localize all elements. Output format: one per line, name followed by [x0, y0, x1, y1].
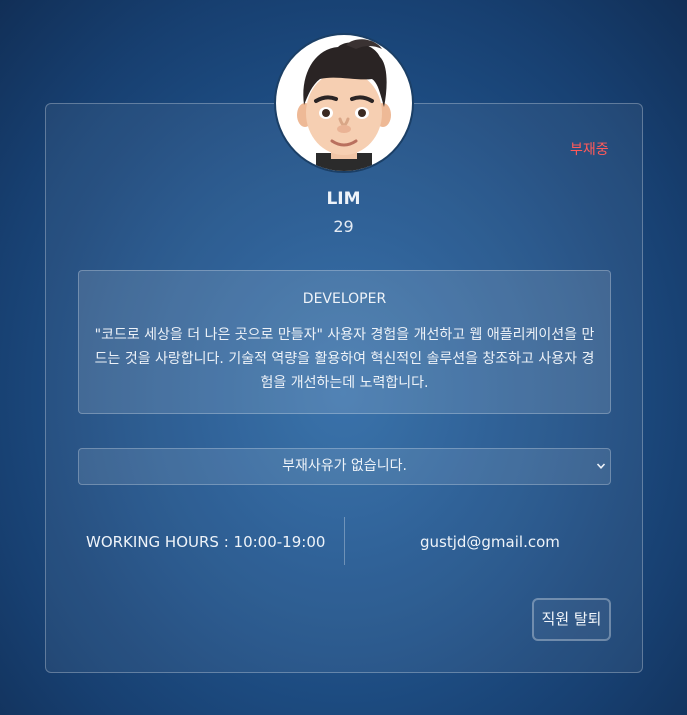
- job-role: DEVELOPER: [302, 291, 387, 307]
- intro-box: DEVELOPER "코드로 세상을 더 나은 곳으로 만들자" 사용자 경험을…: [78, 270, 611, 414]
- employee-age: 29: [333, 217, 354, 236]
- email-address: gustjd@gmail.com: [420, 533, 560, 551]
- status-badge: 부재중: [570, 142, 609, 158]
- avatar: [274, 33, 414, 173]
- bio-text: "코드로 세상을 더 나은 곳으로 만들자" 사용자 경험을 개선하고 웹 애플…: [94, 327, 595, 391]
- chevron-down-icon: [596, 463, 606, 469]
- working-hours: WORKING HOURS : 10:00-19:00: [86, 533, 326, 551]
- employee-name: LIM: [326, 189, 361, 209]
- absence-reason-select[interactable]: 부재사유가 없습니다.: [78, 448, 611, 485]
- absence-reason-value: 부재사유가 없습니다.: [282, 458, 407, 474]
- memoji-avatar-icon: [297, 39, 391, 171]
- divider: [344, 517, 345, 565]
- leave-employee-button[interactable]: 직원 탈퇴: [532, 598, 611, 641]
